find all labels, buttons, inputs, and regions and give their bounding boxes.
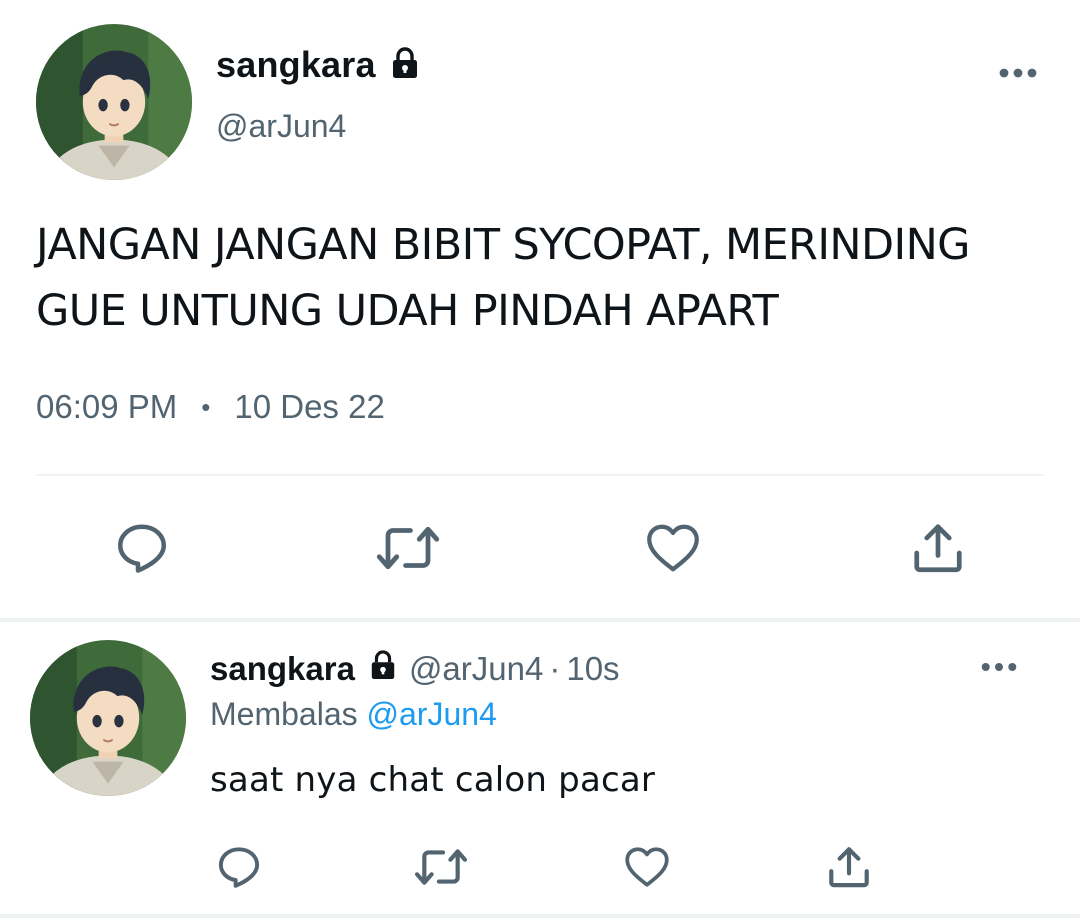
meta-separator: · (549, 650, 561, 687)
lock-icon (369, 650, 397, 688)
meta-separator: • (201, 391, 211, 422)
reply-bubble-icon (118, 524, 166, 573)
divider (36, 474, 1044, 476)
main-tweet: sangkara @arJun4 JANGAN JANGAN BIBIT SYC… (0, 0, 1080, 618)
heart-icon (625, 847, 669, 887)
lock-icon (390, 46, 420, 84)
tweet-text: saat nya chat calon pacar (210, 760, 656, 800)
avatar-anime-boy-image (30, 640, 186, 796)
retweet-icon (414, 849, 468, 885)
avatar-anime-boy-image (36, 24, 192, 180)
share-upload-icon (914, 524, 962, 573)
share-upload-icon (829, 847, 869, 888)
divider (0, 618, 1080, 622)
reply-button[interactable] (212, 840, 266, 894)
like-button[interactable] (620, 840, 674, 894)
retweet-button[interactable] (372, 516, 444, 580)
replying-to: Membalas @arJun4 (210, 696, 497, 733)
tweet-thread-view: sangkara @arJun4 JANGAN JANGAN BIBIT SYC… (0, 0, 1080, 918)
avatar[interactable] (36, 24, 192, 180)
replying-mention-link[interactable]: @arJun4 (367, 696, 497, 732)
author-name-row: sangkara (216, 44, 420, 86)
author-display-name[interactable]: sangkara (216, 44, 376, 86)
tweet-date[interactable]: 10 Des 22 (234, 388, 384, 426)
tweet-time-ago[interactable]: 10s (566, 650, 619, 688)
reply-header: sangkara @arJun4 · 10s (210, 650, 620, 688)
divider (0, 914, 1080, 918)
reply-bubble-icon (218, 847, 260, 888)
tweet-timestamp: 06:09 PM • 10 Des 22 (36, 388, 385, 426)
heart-icon (647, 524, 699, 572)
retweet-button[interactable] (410, 840, 472, 894)
more-horizontal-icon[interactable] (998, 66, 1038, 85)
replying-label: Membalas (210, 696, 358, 732)
tweet-text: JANGAN JANGAN BIBIT SYCOPAT, MERINDING G… (36, 220, 970, 336)
share-button[interactable] (906, 516, 970, 580)
avatar[interactable] (30, 640, 186, 796)
like-button[interactable] (640, 516, 706, 580)
reply-button[interactable] (110, 516, 174, 580)
author-handle[interactable]: @arJun4 (409, 650, 543, 688)
more-horizontal-icon[interactable] (980, 660, 1018, 679)
tweet-time[interactable]: 06:09 PM (36, 388, 177, 426)
retweet-icon (376, 526, 440, 570)
share-button[interactable] (822, 840, 876, 894)
author-handle[interactable]: @arJun4 (216, 108, 346, 145)
author-display-name[interactable]: sangkara (210, 650, 355, 688)
